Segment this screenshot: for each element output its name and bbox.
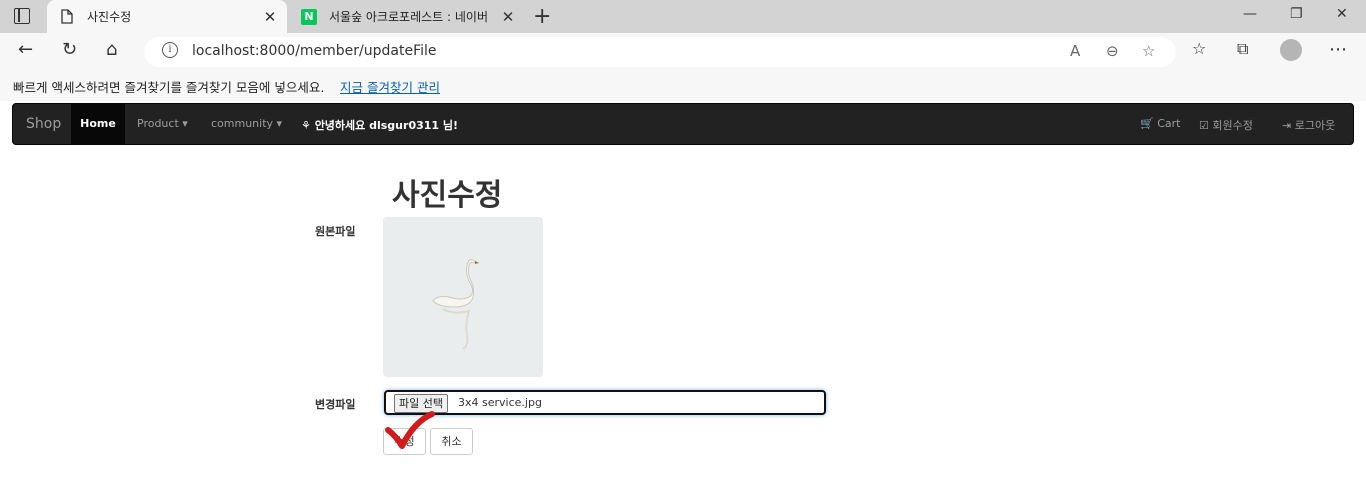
restore-button[interactable]: ❐ — [1290, 6, 1303, 22]
user-greeting: ⚘ 안녕하세요 dlsgur0311 님! — [301, 119, 459, 132]
browser-tab-bar: 사진수정 ✕ N 서울숲 아크로포레스트 : 네이버 ✕ + — ❐ ✕ — [0, 0, 1366, 33]
add-favorite-icon[interactable]: ☆ — [1142, 42, 1155, 60]
nav-logout[interactable]: ⇥ 로그아웃 — [1282, 117, 1335, 133]
close-window-button[interactable]: ✕ — [1336, 6, 1348, 22]
file-input[interactable]: 파일 선택 3x4 service.jpg — [384, 390, 826, 415]
swan-image — [383, 217, 543, 377]
nav-edit-member[interactable]: ☑ 회원수정 — [1199, 117, 1253, 133]
nav-community-dropdown[interactable]: community ▾ — [211, 117, 282, 130]
refresh-icon[interactable]: ↻ — [62, 39, 77, 60]
document-icon — [59, 9, 75, 25]
brand-link[interactable]: Shop — [26, 116, 61, 132]
minimize-button[interactable]: — — [1243, 6, 1257, 22]
site-navbar: Shop Home Product ▾ community ▾ ⚘ 안녕하세요 … — [12, 103, 1354, 145]
manage-favorites-link[interactable]: 지금 즐겨찾기 관리 — [340, 77, 440, 96]
url-bar[interactable]: i localhost:8000/member/updateFile A ⊖ ☆ — [144, 37, 1176, 67]
tab-inactive[interactable]: N 서울숲 아크로포레스트 : 네이버 ✕ — [289, 0, 525, 33]
close-tab-icon[interactable]: ✕ — [259, 8, 281, 26]
cancel-button[interactable]: 취소 — [430, 428, 473, 455]
site-info-icon[interactable]: i — [162, 42, 178, 58]
more-menu-icon[interactable]: ⋯ — [1329, 39, 1347, 60]
red-check-annotation — [385, 411, 435, 449]
collections-icon[interactable]: ⧉ — [1237, 39, 1248, 59]
original-file-label: 원본파일 — [315, 225, 356, 238]
favorites-icon[interactable]: ☆ — [1192, 39, 1206, 58]
nav-cart[interactable]: 🛒 Cart — [1140, 117, 1180, 130]
new-tab-button[interactable]: + — [533, 4, 551, 29]
tab-actions-icon[interactable] — [14, 8, 30, 24]
chosen-file-name: 3x4 service.jpg — [458, 396, 542, 409]
tab-title: 서울숲 아크로포레스트 : 네이버 — [329, 10, 489, 24]
back-icon[interactable]: ← — [18, 39, 33, 60]
original-photo — [383, 217, 543, 377]
profile-avatar[interactable] — [1280, 39, 1302, 61]
zoom-icon[interactable]: ⊖ — [1106, 42, 1119, 60]
change-file-label: 변경파일 — [315, 398, 356, 411]
tab-active[interactable]: 사진수정 ✕ — [47, 0, 287, 33]
page-title: 사진수정 — [392, 178, 503, 213]
bookmarks-message: 빠르게 액세스하려면 즐겨찾기를 즐겨찾기 모음에 넣으세요. — [13, 80, 325, 95]
home-icon[interactable]: ⌂ — [106, 39, 117, 60]
read-aloud-icon[interactable]: A — [1070, 42, 1080, 60]
url-text[interactable]: localhost:8000/member/updateFile — [192, 43, 437, 59]
nav-home[interactable]: Home — [71, 104, 125, 144]
naver-icon: N — [301, 8, 317, 25]
bookmarks-bar: 빠르게 액세스하려면 즐겨찾기를 즐겨찾기 모음에 넣으세요. 지금 즐겨찾기 … — [0, 70, 1366, 101]
close-tab-icon[interactable]: ✕ — [497, 8, 519, 26]
nav-product-dropdown[interactable]: Product ▾ — [137, 117, 188, 130]
tab-title: 사진수정 — [87, 10, 132, 24]
